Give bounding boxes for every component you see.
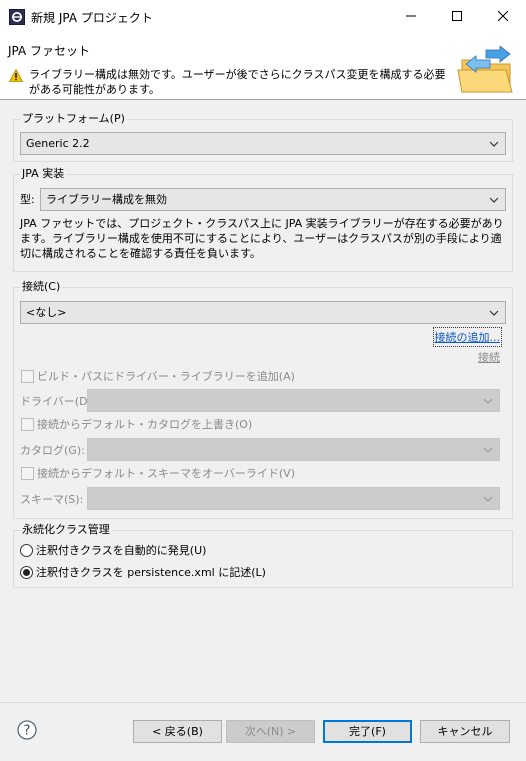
help-icon[interactable]: ?: [17, 720, 37, 740]
page-title: JPA ファセット: [8, 44, 91, 58]
driver-label: ドライバー(D):: [20, 395, 96, 408]
connection-select[interactable]: <なし>: [20, 301, 506, 324]
schema-select[interactable]: [87, 487, 500, 510]
catalog-label: カタログ(G):: [20, 444, 85, 457]
chevron-down-icon: [489, 310, 499, 316]
type-select[interactable]: ライブラリー構成を無効: [40, 188, 506, 211]
type-label: 型:: [20, 193, 35, 206]
wizard-header: JPA ファセット ライブラリー構成は無効です。ユーザーが後でさらにクラスパス変…: [0, 32, 526, 100]
chevron-down-icon: [489, 141, 499, 147]
back-button[interactable]: < 戻る(B): [133, 720, 222, 743]
add-connection-link[interactable]: 接続の追加...: [432, 327, 502, 347]
title-bar: 新規 JPA プロジェクト: [0, 0, 526, 32]
close-icon: [498, 11, 508, 21]
override-catalog-checkbox[interactable]: [21, 418, 34, 431]
list-classes-label: 注釈付きクラスを persistence.xml に記述(L): [36, 566, 266, 579]
window-title: 新規 JPA プロジェクト: [31, 11, 153, 25]
add-driver-label: ビルド・パスにドライバー・ライブラリーを追加(A): [37, 370, 295, 383]
discover-classes-label: 注釈付きクラスを自動的に発見(U): [36, 544, 207, 557]
warning-icon: [9, 69, 23, 82]
chevron-down-icon: [483, 398, 493, 404]
svg-text:?: ?: [24, 724, 31, 739]
chevron-down-icon: [489, 197, 499, 203]
override-catalog-label: 接続からデフォルト・カタログを上書き(O): [37, 418, 253, 431]
chevron-down-icon: [483, 447, 493, 453]
persistence-legend: 永続化クラス管理: [20, 523, 112, 537]
minimize-icon: [406, 15, 416, 17]
connection-group: 接続(C) <なし> 接続の追加... 接続 ビルド・パスにドライバー・ライブラ…: [13, 280, 513, 519]
platform-legend: プラットフォーム(P): [20, 112, 127, 126]
driver-select[interactable]: [87, 389, 500, 412]
maximize-icon: [452, 11, 462, 21]
platform-select-value: Generic 2.2: [26, 137, 90, 150]
jpa-implementation-legend: JPA 実装: [20, 167, 67, 181]
platform-group: プラットフォーム(P) Generic 2.2: [13, 112, 513, 162]
catalog-select[interactable]: [87, 438, 500, 461]
connection-select-value: <なし>: [26, 306, 67, 319]
connection-legend: 接続(C): [20, 280, 63, 294]
maximize-button[interactable]: [434, 0, 480, 32]
jpa-implementation-group: JPA 実装 型: ライブラリー構成を無効 JPA ファセットでは、プロジェクト…: [13, 167, 513, 272]
connect-link[interactable]: 接続: [478, 349, 500, 365]
chevron-down-icon: [483, 496, 493, 502]
cancel-button[interactable]: キャンセル: [420, 720, 510, 743]
jpa-implementation-description: JPA ファセットでは、プロジェクト・クラスパス上に JPA 実装ライブラリーが…: [20, 217, 504, 260]
list-classes-radio[interactable]: [20, 566, 33, 579]
override-schema-label: 接続からデフォルト・スキーマをオーバーライド(V): [37, 467, 295, 480]
close-button[interactable]: [480, 0, 526, 32]
footer-separator: [0, 702, 526, 703]
finish-button[interactable]: 完了(F): [323, 720, 412, 743]
next-button[interactable]: 次へ(N) >: [226, 720, 315, 743]
minimize-button[interactable]: [388, 0, 434, 32]
persistence-group: 永続化クラス管理 注釈付きクラスを自動的に発見(U) 注釈付きクラスを pers…: [13, 523, 513, 588]
header-message: ライブラリー構成は無効です。ユーザーが後でさらにクラスパス変更を構成する必要があ…: [29, 68, 446, 96]
schema-label: スキーマ(S):: [20, 493, 84, 506]
type-select-value: ライブラリー構成を無効: [46, 193, 167, 206]
add-driver-checkbox[interactable]: [21, 370, 34, 383]
discover-classes-radio[interactable]: [20, 544, 33, 557]
override-schema-checkbox[interactable]: [21, 467, 34, 480]
platform-select[interactable]: Generic 2.2: [20, 132, 506, 155]
eclipse-icon: [9, 9, 25, 25]
folder-wizard-icon: [457, 46, 513, 93]
